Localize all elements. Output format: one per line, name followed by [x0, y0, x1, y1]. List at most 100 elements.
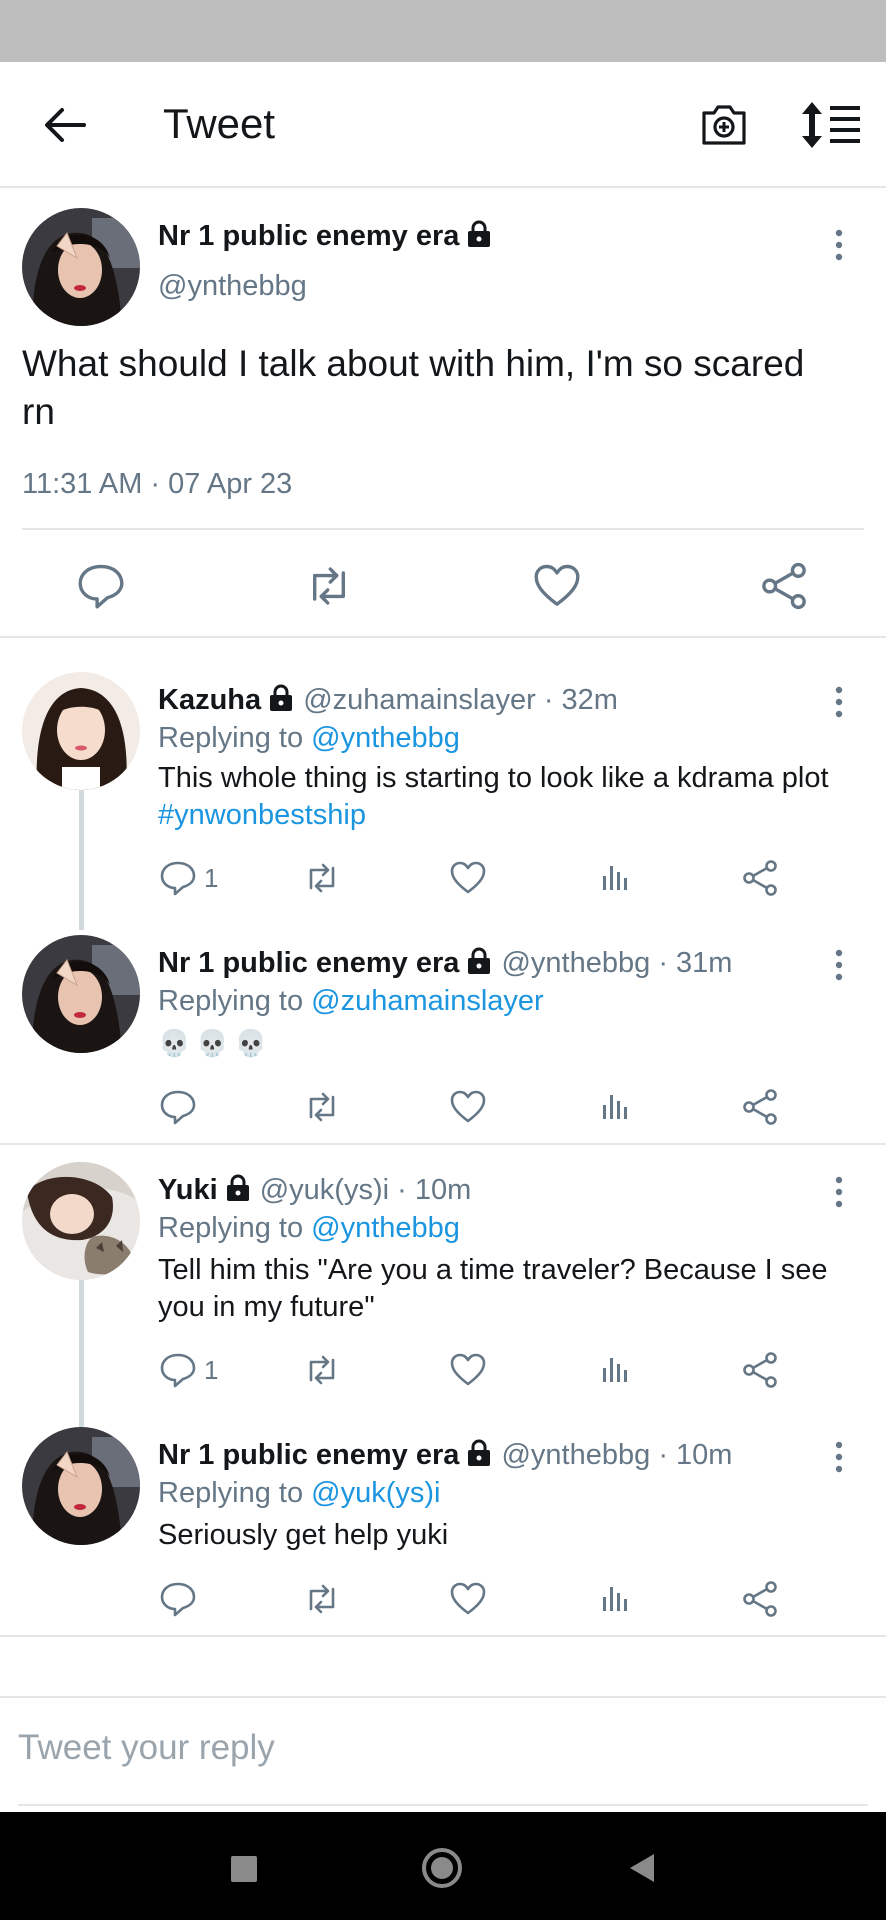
- divider: [22, 528, 864, 530]
- tweet-text-content: This whole thing is starting to look lik…: [158, 762, 829, 794]
- reply-bubble-icon[interactable]: [75, 560, 127, 612]
- retweet-icon[interactable]: [303, 560, 355, 612]
- author-handle[interactable]: @ynthebbg: [501, 1439, 650, 1471]
- author-name-row: Yuki @yuk(ys)i · 10m: [158, 1174, 471, 1207]
- author-name[interactable]: Nr 1 public enemy era: [158, 220, 459, 252]
- replying-to: Replying to @zuhamainslayer: [158, 985, 544, 1018]
- author-name[interactable]: Nr 1 public enemy era: [158, 1439, 459, 1471]
- camera-plus-icon[interactable]: [698, 99, 750, 151]
- tweet-text: Seriously get help yuki: [158, 1519, 449, 1551]
- heart-icon[interactable]: [448, 1350, 488, 1390]
- replying-label: Replying to: [158, 1477, 304, 1509]
- share-icon[interactable]: [740, 1579, 780, 1619]
- more-vertical-icon[interactable]: [827, 682, 851, 722]
- lock-icon: [267, 684, 295, 712]
- relative-time: · 32m: [543, 684, 618, 716]
- analytics-icon[interactable]: [594, 1087, 634, 1127]
- analytics-icon[interactable]: [594, 1350, 634, 1390]
- author-handle[interactable]: @ynthebbg: [501, 947, 650, 979]
- reply-composer[interactable]: Tweet your reply: [0, 1696, 886, 1806]
- author-name[interactable]: Yuki: [158, 1174, 218, 1206]
- tweet-text: What should I talk about with him, I'm s…: [22, 343, 805, 432]
- reply-bubble-icon[interactable]: [158, 1350, 198, 1390]
- app-header: Tweet: [0, 62, 886, 188]
- heart-icon[interactable]: [448, 1087, 488, 1127]
- sort-icon[interactable]: [800, 100, 864, 150]
- avatar[interactable]: [22, 1427, 140, 1545]
- system-nav-bar: [0, 1812, 886, 1920]
- tweet-text: Tell him this "Are you a time traveler? …: [158, 1254, 828, 1323]
- reply-tweet[interactable]: Nr 1 public enemy era @ynthebbg · 31m Re…: [0, 923, 886, 1143]
- more-vertical-icon[interactable]: [827, 225, 851, 265]
- replying-label: Replying to: [158, 722, 304, 754]
- lock-icon: [224, 1174, 252, 1202]
- heart-icon[interactable]: [448, 858, 488, 898]
- reply-bubble-icon[interactable]: [158, 858, 198, 898]
- avatar[interactable]: [22, 672, 140, 790]
- replying-to: Replying to @ynthebbg: [158, 722, 460, 755]
- avatar[interactable]: [22, 1162, 140, 1280]
- more-vertical-icon[interactable]: [827, 1437, 851, 1477]
- author-name-row: Nr 1 public enemy era @ynthebbg · 31m: [158, 947, 732, 980]
- share-icon[interactable]: [740, 1087, 780, 1127]
- more-vertical-icon[interactable]: [827, 945, 851, 985]
- tweet-text: 💀💀💀: [158, 1028, 274, 1058]
- author-name[interactable]: Kazuha: [158, 684, 261, 716]
- status-bar: [0, 0, 886, 62]
- main-tweet: Nr 1 public enemy era @ynthebbg What sho…: [0, 190, 886, 638]
- author-name-row: Nr 1 public enemy era @ynthebbg · 10m: [158, 1439, 732, 1472]
- tweet-text: This whole thing is starting to look lik…: [158, 760, 858, 834]
- more-vertical-icon[interactable]: [827, 1172, 851, 1212]
- reply-count: 1: [204, 1355, 219, 1385]
- mention-link[interactable]: @zuhamainslayer: [311, 985, 544, 1017]
- retweet-icon[interactable]: [302, 1579, 342, 1619]
- arrow-left-icon[interactable]: [40, 100, 90, 150]
- relative-time: · 10m: [397, 1174, 472, 1206]
- share-icon[interactable]: [740, 858, 780, 898]
- lock-icon: [465, 947, 493, 975]
- reply-count: 1: [204, 863, 219, 893]
- author-name[interactable]: Nr 1 public enemy era: [158, 947, 459, 979]
- replying-label: Replying to: [158, 1212, 304, 1244]
- lock-icon: [465, 220, 493, 248]
- lock-icon: [465, 1439, 493, 1467]
- analytics-icon[interactable]: [594, 858, 634, 898]
- author-handle[interactable]: @ynthebbg: [158, 270, 307, 303]
- hashtag-link[interactable]: #ynwonbestship: [158, 799, 366, 831]
- back-triangle-icon[interactable]: [620, 1846, 664, 1890]
- author-name-row: Kazuha @zuhamainslayer · 32m: [158, 684, 618, 717]
- heart-icon[interactable]: [448, 1579, 488, 1619]
- replying-label: Replying to: [158, 985, 304, 1017]
- reply-tweet[interactable]: Yuki @yuk(ys)i · 10m Replying to @yntheb…: [0, 1150, 886, 1410]
- reply-bubble-icon[interactable]: [158, 1579, 198, 1619]
- reply-bubble-icon[interactable]: [158, 1087, 198, 1127]
- recents-square-icon[interactable]: [221, 1846, 265, 1890]
- relative-time: · 10m: [658, 1439, 733, 1471]
- mention-link[interactable]: @ynthebbg: [311, 1212, 460, 1244]
- home-circle-icon[interactable]: [420, 1846, 464, 1890]
- author-handle[interactable]: @yuk(ys)i: [260, 1174, 389, 1206]
- retweet-icon[interactable]: [302, 1087, 342, 1127]
- reply-tweet[interactable]: Kazuha @zuhamainslayer · 32m Replying to…: [0, 660, 886, 912]
- retweet-icon[interactable]: [302, 858, 342, 898]
- retweet-icon[interactable]: [302, 1350, 342, 1390]
- reply-tweet[interactable]: Nr 1 public enemy era @ynthebbg · 10m Re…: [0, 1415, 886, 1635]
- divider: [0, 1143, 886, 1145]
- author-name-row: Nr 1 public enemy era: [158, 220, 493, 253]
- replying-to: Replying to @ynthebbg: [158, 1212, 460, 1245]
- mention-link[interactable]: @ynthebbg: [311, 722, 460, 754]
- analytics-icon[interactable]: [594, 1579, 634, 1619]
- relative-time: · 31m: [658, 947, 733, 979]
- replying-to: Replying to @yuk(ys)i: [158, 1477, 440, 1510]
- avatar[interactable]: [22, 935, 140, 1053]
- reply-input[interactable]: Tweet your reply: [18, 1728, 275, 1768]
- divider: [18, 1804, 868, 1806]
- page-title: Tweet: [163, 100, 276, 147]
- author-handle[interactable]: @zuhamainslayer: [303, 684, 536, 716]
- heart-icon[interactable]: [531, 560, 583, 612]
- share-icon[interactable]: [758, 560, 810, 612]
- tweet-timestamp: 11:31 AM · 07 Apr 23: [22, 468, 293, 500]
- avatar[interactable]: [22, 208, 140, 326]
- mention-link[interactable]: @yuk(ys)i: [311, 1477, 440, 1509]
- share-icon[interactable]: [740, 1350, 780, 1390]
